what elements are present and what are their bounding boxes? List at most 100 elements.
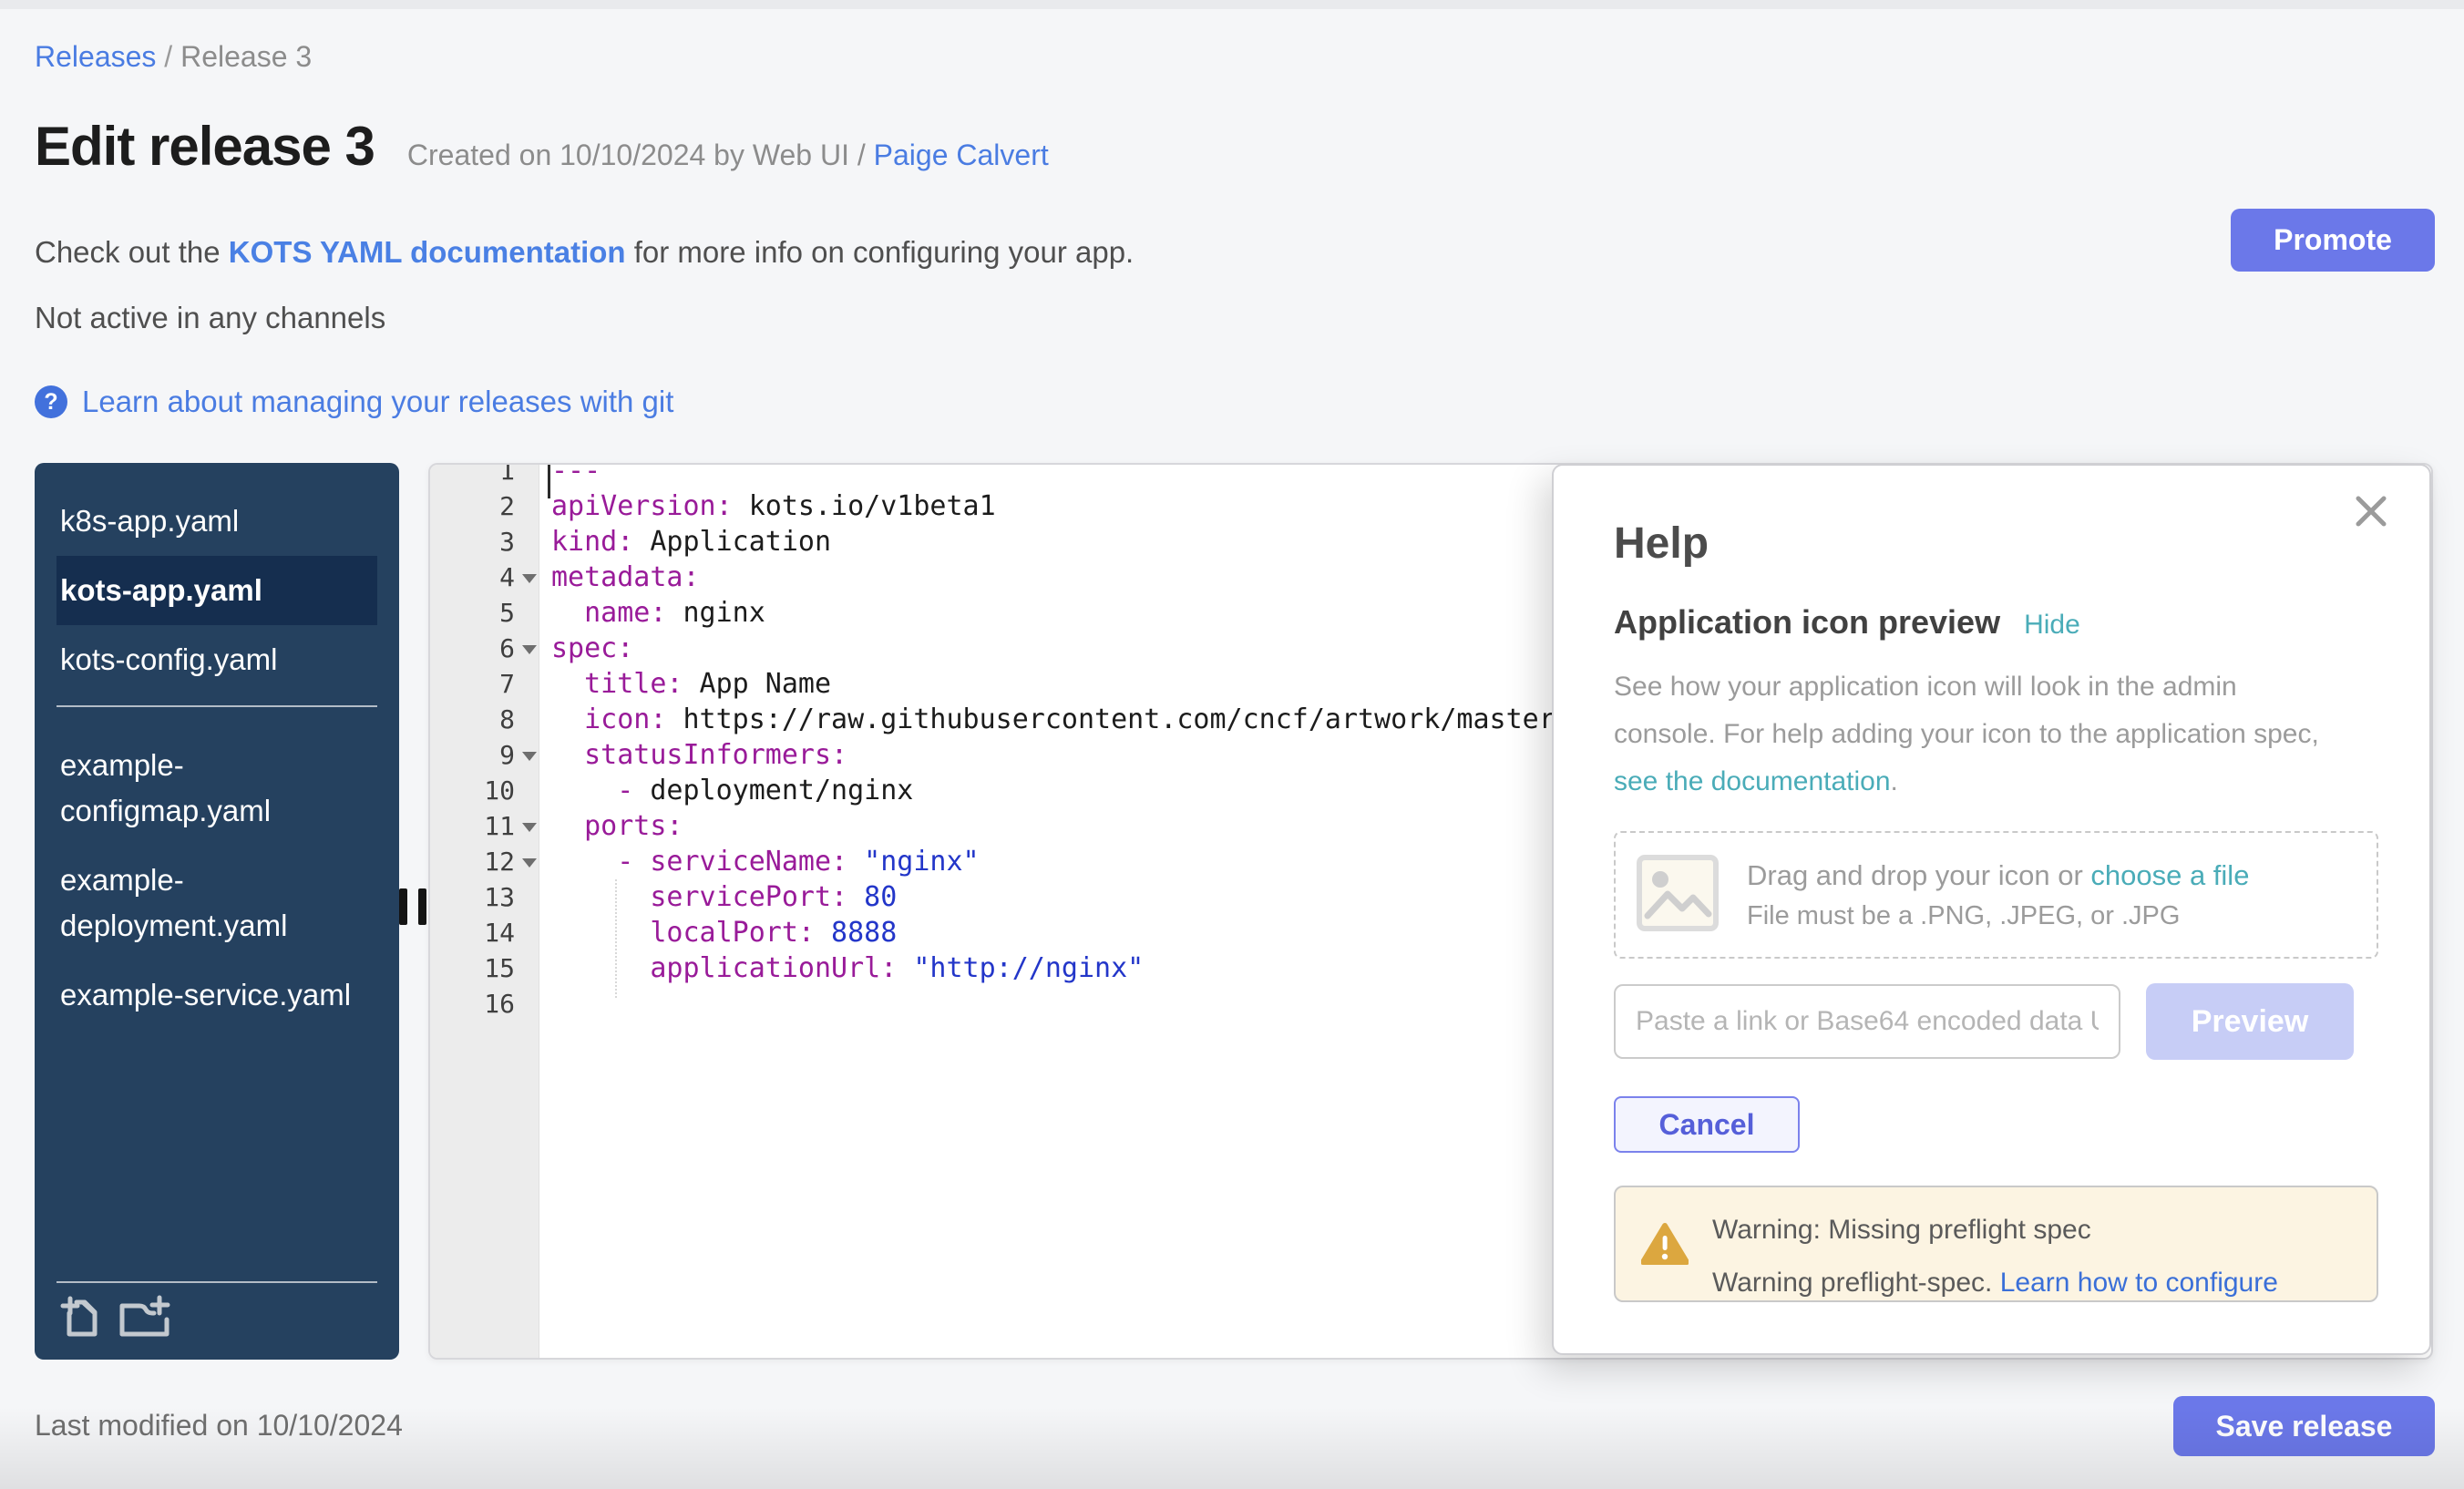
line-number: 9 — [430, 737, 515, 773]
page-top-strip — [0, 0, 2464, 9]
file-sidebar: k8s-app.yamlkots-app.yamlkots-config.yam… — [35, 463, 399, 1360]
fold-triangle-icon[interactable] — [522, 574, 537, 583]
para-period: . — [1891, 766, 1898, 796]
warning-title: Warning: Missing preflight spec — [1712, 1215, 2358, 1246]
line-number: 4 — [430, 560, 515, 595]
question-circle-icon: ? — [35, 385, 67, 418]
help-title: Help — [1614, 519, 2375, 569]
image-placeholder-icon — [1636, 854, 1720, 937]
breadcrumb: Releases / Release 3 — [35, 40, 312, 74]
code-text: metadata: — [551, 560, 700, 595]
file-item[interactable]: example-service.yaml — [35, 960, 399, 1030]
git-help-row[interactable]: ? Learn about managing your releases wit… — [35, 385, 673, 419]
code-text: --- — [551, 463, 601, 488]
line-number: 1 — [430, 463, 515, 488]
see-documentation-link[interactable]: see the documentation — [1614, 766, 1891, 796]
code-text: icon: https://raw.githubusercontent.com/… — [551, 702, 1572, 737]
drag-bar — [399, 888, 407, 925]
icon-url-row: Preview — [1614, 983, 2375, 1060]
last-modified: Last modified on 10/10/2024 — [35, 1409, 403, 1443]
fold-triangle-icon[interactable] — [522, 752, 537, 761]
line-number: 11 — [430, 808, 515, 844]
line-number: 7 — [430, 666, 515, 702]
file-item[interactable]: example-configmap.yaml — [35, 731, 399, 846]
line-number: 3 — [430, 524, 515, 560]
code-text: spec: — [551, 631, 633, 666]
line-number: 15 — [430, 950, 515, 986]
cancel-button[interactable]: Cancel — [1614, 1096, 1800, 1153]
section-title: Application icon preview — [1614, 603, 2000, 642]
file-list-bottom: example-configmap.yamlexample-deployment… — [35, 731, 399, 1030]
code-text: apiVersion: kots.io/v1beta1 — [551, 488, 996, 524]
created-author-link[interactable]: Paige Calvert — [874, 139, 1049, 171]
code-text: ports: — [551, 808, 683, 844]
help-panel: Help Application icon preview Hide See h… — [1552, 464, 2431, 1355]
code-text: localPort: 8888 — [551, 915, 897, 950]
file-item[interactable]: k8s-app.yaml — [35, 487, 399, 556]
icon-preview-section-header: Application icon preview Hide — [1614, 603, 2375, 642]
line-number: 6 — [430, 631, 515, 666]
para-line: See how your application icon will look … — [1614, 663, 2375, 711]
line-number: 16 — [430, 986, 515, 1022]
code-text: kind: Application — [551, 524, 831, 560]
sidebar-footer — [56, 1281, 377, 1360]
file-list-top: k8s-app.yamlkots-app.yamlkots-config.yam… — [35, 487, 399, 694]
text-cursor — [548, 465, 550, 498]
icon-url-input[interactable] — [1614, 984, 2120, 1059]
file-item[interactable]: kots-config.yaml — [35, 625, 399, 694]
warning-detail: Warning preflight-spec. Learn how to con… — [1712, 1268, 2358, 1299]
git-help-link[interactable]: Learn about managing your releases with … — [82, 385, 673, 419]
file-item[interactable]: example-deployment.yaml — [35, 846, 399, 960]
para-line: console. For help adding your icon to th… — [1614, 711, 2375, 758]
fold-triangle-icon[interactable] — [522, 823, 537, 832]
preflight-warning: Warning: Missing preflight spec Warning … — [1614, 1186, 2378, 1302]
line-number: 8 — [430, 702, 515, 737]
preview-button[interactable]: Preview — [2146, 983, 2354, 1060]
code-text: title: App Name — [551, 666, 831, 702]
breadcrumb-current: Release 3 — [180, 40, 312, 73]
editor-resize-handle[interactable] — [399, 888, 426, 925]
code-text: - deployment/nginx — [551, 773, 913, 808]
file-item[interactable]: kots-app.yaml — [56, 556, 377, 625]
code-text: name: nginx — [551, 595, 765, 631]
line-number: 5 — [430, 595, 515, 631]
warning-detail-text: Warning preflight-spec. — [1712, 1268, 2000, 1298]
close-icon[interactable] — [2353, 493, 2389, 534]
drag-bar — [418, 888, 426, 925]
code-text: statusInformers: — [551, 737, 847, 773]
warning-triangle-icon — [1641, 1222, 1689, 1270]
kots-yaml-docs-link[interactable]: KOTS YAML documentation — [229, 235, 626, 269]
docs-hint: Check out the KOTS YAML documentation fo… — [35, 235, 1134, 270]
channel-status: Not active in any channels — [35, 301, 385, 335]
indent-guide — [615, 879, 617, 998]
created-info: Created on 10/10/2024 by Web UI / Paige … — [407, 139, 1049, 172]
sidebar-divider — [56, 705, 377, 707]
add-folder-icon[interactable] — [117, 1294, 171, 1338]
code-text: servicePort: 80 — [551, 879, 897, 915]
line-number: 14 — [430, 915, 515, 950]
dropzone-hint: File must be a .PNG, .JPEG, or .JPG — [1747, 901, 2249, 931]
dropzone-line: Drag and drop your icon or — [1747, 859, 2090, 891]
breadcrumb-separator: / — [156, 40, 180, 73]
breadcrumb-releases-link[interactable]: Releases — [35, 40, 156, 73]
choose-file-link[interactable]: choose a file — [2090, 859, 2249, 891]
line-number: 12 — [430, 844, 515, 879]
line-number: 2 — [430, 488, 515, 524]
learn-configure-link[interactable]: Learn how to configure — [2000, 1268, 2278, 1298]
hide-link[interactable]: Hide — [2024, 610, 2080, 641]
code-text: applicationUrl: "http://nginx" — [551, 950, 1144, 986]
promote-button[interactable]: Promote — [2231, 209, 2435, 272]
page-title: Edit release 3 — [35, 115, 375, 178]
dropzone-text: Drag and drop your icon or choose a file… — [1747, 859, 2249, 931]
docs-hint-pre: Check out the — [35, 235, 229, 269]
help-paragraph: See how your application icon will look … — [1614, 663, 2375, 806]
para-line: see the documentation. — [1614, 758, 2375, 806]
code-text: - serviceName: "nginx" — [551, 844, 980, 879]
save-release-button[interactable]: Save release — [2173, 1396, 2435, 1456]
add-file-icon[interactable] — [60, 1294, 98, 1338]
icon-dropzone[interactable]: Drag and drop your icon or choose a file… — [1614, 831, 2378, 959]
title-row: Edit release 3 Created on 10/10/2024 by … — [35, 115, 1049, 178]
fold-triangle-icon[interactable] — [522, 858, 537, 868]
line-number: 10 — [430, 773, 515, 808]
fold-triangle-icon[interactable] — [522, 645, 537, 654]
